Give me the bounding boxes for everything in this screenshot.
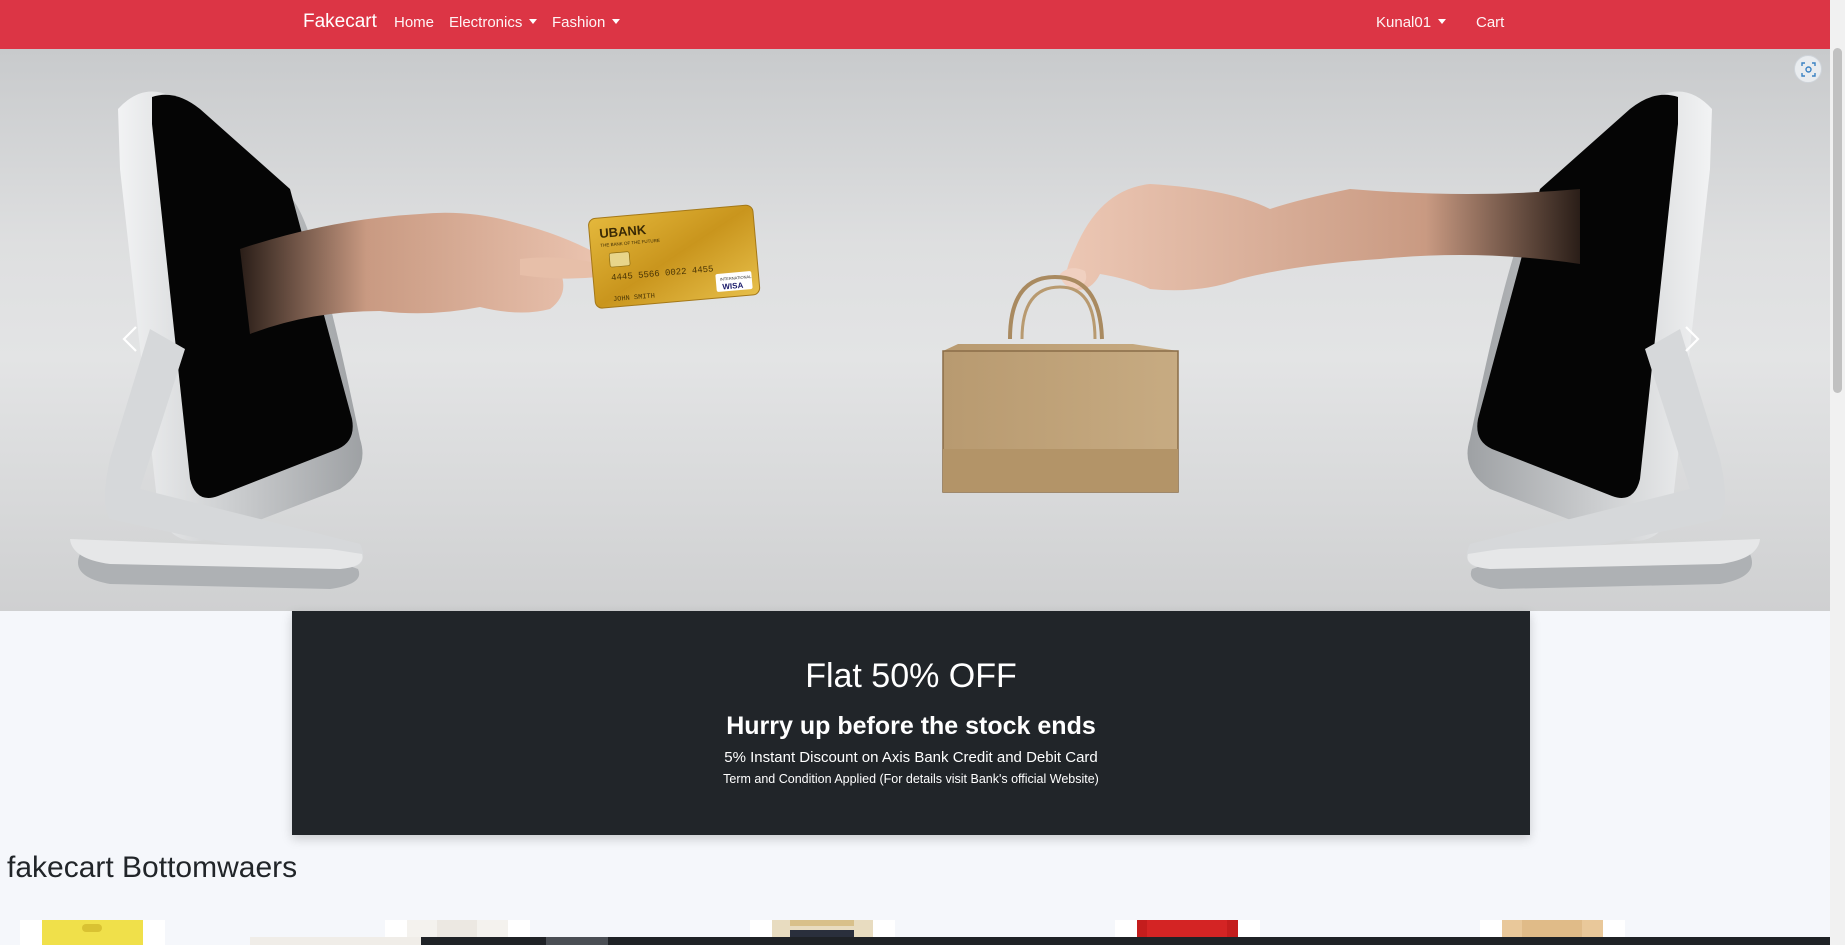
offer-banner: Flat 50% OFF Hurry up before the stock e… [292,611,1530,835]
right-hand [1060,184,1580,291]
chevron-down-icon [612,19,621,24]
scrollbar-thumb[interactable] [1833,48,1842,393]
chevron-down-icon [1438,19,1447,24]
shopping-bag [942,274,1179,493]
chevron-down-icon [529,19,538,24]
nav-electronics-dropdown[interactable]: Electronics [449,14,538,31]
screenshot-icon [1801,62,1816,77]
nav-home-link[interactable]: Home [394,14,434,31]
carousel-prev-button[interactable] [110,309,150,369]
user-name-label: Kunal01 [1376,14,1432,31]
carousel-next-button[interactable] [1672,309,1712,369]
offer-headline: Flat 50% OFF [805,657,1017,695]
chevron-right-icon [1685,326,1700,352]
hero-carousel: UBANK THE BANK OF THE FUTURE 4445 5566 0… [0,49,1830,611]
hero-image: UBANK THE BANK OF THE FUTURE 4445 5566 0… [70,91,1760,589]
product-card[interactable] [20,920,165,945]
product-image-fragment [250,937,422,945]
chevron-left-icon [122,326,137,352]
user-dropdown[interactable]: Kunal01 [1376,14,1447,31]
product-image [42,920,143,945]
navbar: Fakecart Home Electronics Fashion Kunal0… [0,0,1830,49]
offer-subheadline: Hurry up before the stock ends [726,712,1096,740]
section-title: fakecart Bottomwaers [7,851,298,884]
page-scrollbar[interactable] [1830,0,1845,945]
nav-electronics-label: Electronics [449,14,523,31]
brand-logo[interactable]: Fakecart [303,11,377,33]
screenshot-button[interactable] [1794,55,1822,83]
nav-fashion-dropdown[interactable]: Fashion [552,14,621,31]
nav-cart-link[interactable]: Cart [1476,14,1504,31]
nav-fashion-label: Fashion [552,14,606,31]
card-network: WISA [722,281,744,292]
offer-terms-text: Term and Condition Applied (For details … [723,772,1099,786]
right-monitor [1466,91,1760,589]
credit-card: UBANK THE BANK OF THE FUTURE 4445 5566 0… [588,204,761,309]
bottom-overlay-bar [421,937,1830,945]
offer-discount-text: 5% Instant Discount on Axis Bank Credit … [724,749,1098,766]
bottom-bar-segment [546,937,608,945]
